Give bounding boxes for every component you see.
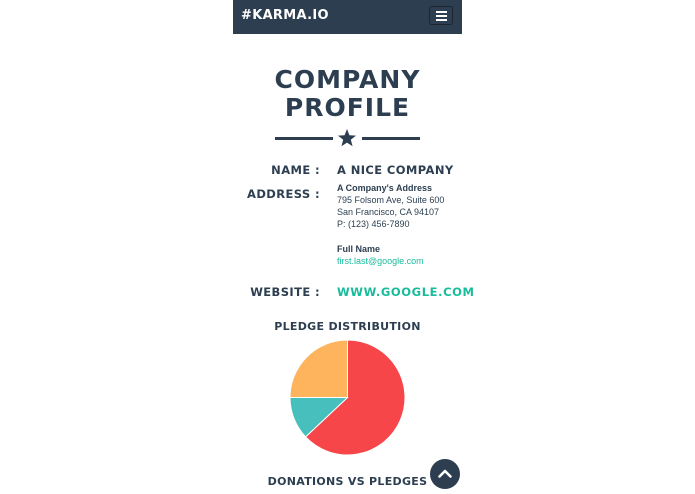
menu-toggle-button[interactable] xyxy=(429,6,453,25)
address-phone: P: (123) 456-7890 xyxy=(337,219,410,229)
name-label: NAME : xyxy=(271,163,320,177)
website-link[interactable]: WWW.GOOGLE.COM xyxy=(337,285,475,299)
chevron-up-icon xyxy=(438,469,452,478)
hamburger-menu-icon xyxy=(436,11,447,13)
address-heading: A Company's Address xyxy=(337,183,432,193)
star-icon xyxy=(338,129,356,147)
title-divider xyxy=(275,127,421,149)
company-name: A NICE COMPANY xyxy=(337,163,454,177)
pie-slice-2 xyxy=(289,339,348,398)
address-line1: 795 Folsom Ave, Suite 600 xyxy=(337,195,445,205)
scroll-to-top-button[interactable] xyxy=(430,459,460,489)
pledge-pie-chart xyxy=(289,339,406,456)
navbar: #KARMA.IO xyxy=(233,0,462,34)
address-line2: San Francisco, CA 94107 xyxy=(337,207,440,217)
contact-email-link[interactable]: first.last@google.com xyxy=(337,255,424,267)
brand-logo[interactable]: #KARMA.IO xyxy=(241,8,329,23)
website-label: WEBSITE : xyxy=(250,285,320,299)
contact-name: Full Name xyxy=(337,244,381,254)
page-title: COMPANY PROFILE xyxy=(274,65,421,122)
page: #KARMA.IO COMPANY PROFILE NAME : A NICE … xyxy=(233,0,474,494)
donations-vs-pledges-title: DONATIONS VS PLEDGES xyxy=(267,475,428,488)
address-label: ADDRESS : xyxy=(247,187,320,201)
pledge-distribution-title: PLEDGE DISTRIBUTION xyxy=(274,320,421,333)
